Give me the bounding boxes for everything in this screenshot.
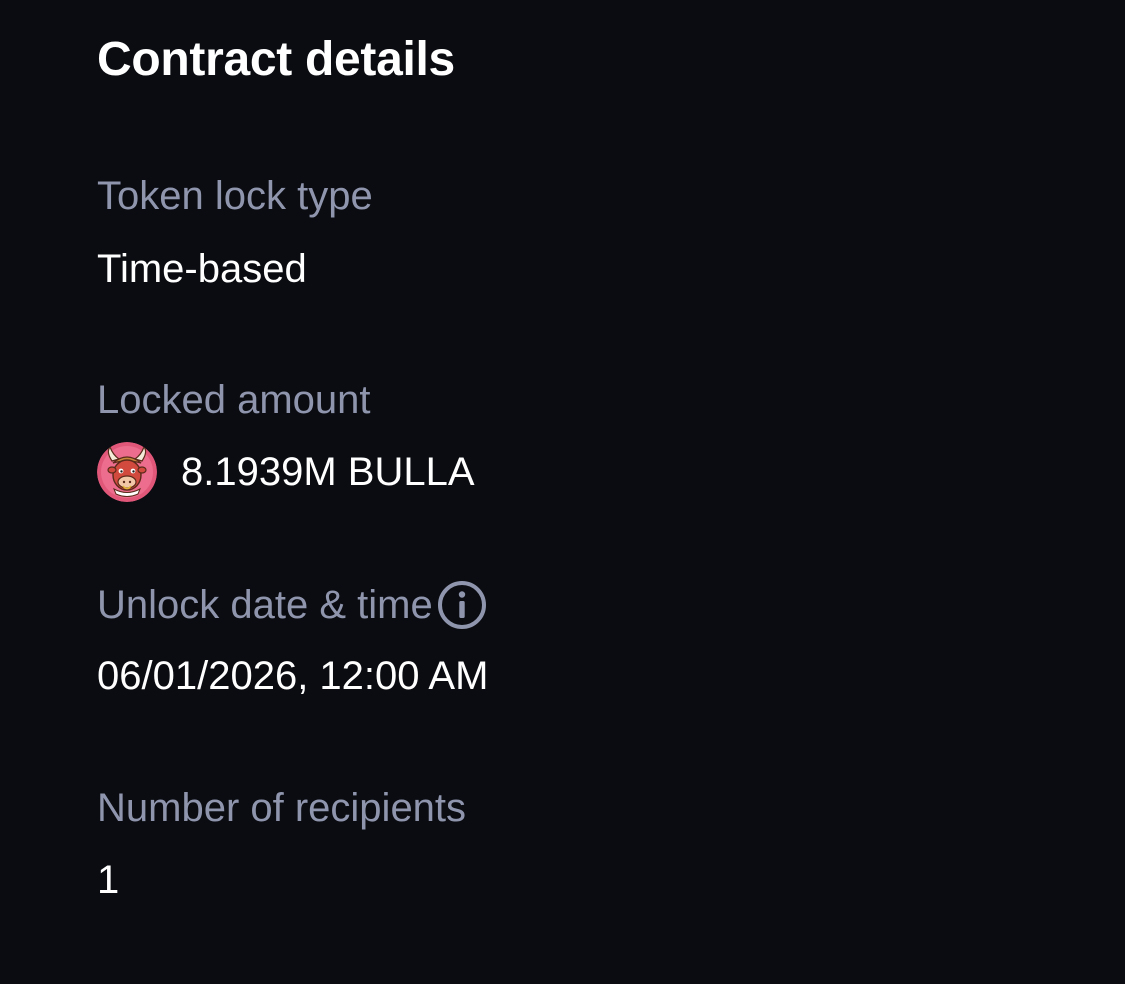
unlock-date-value: 06/01/2026, 12:00 AM	[97, 654, 489, 698]
locked-amount-row: 8.1939M BULLA	[97, 442, 475, 502]
unlock-date-label-row: Unlock date & time	[97, 579, 488, 631]
lock-type-value: Time-based	[97, 247, 307, 291]
bull-mascot-token-icon	[97, 442, 157, 502]
locked-amount-label: Locked amount	[97, 378, 371, 422]
recipients-label: Number of recipients	[97, 786, 467, 830]
locked-amount-value: 8.1939M BULLA	[181, 450, 475, 494]
lock-type-label: Token lock type	[97, 174, 373, 218]
info-icon[interactable]	[436, 579, 488, 631]
page-title: Contract details	[97, 33, 455, 86]
unlock-date-label: Unlock date & time	[97, 583, 433, 627]
recipients-value: 1	[97, 858, 120, 902]
